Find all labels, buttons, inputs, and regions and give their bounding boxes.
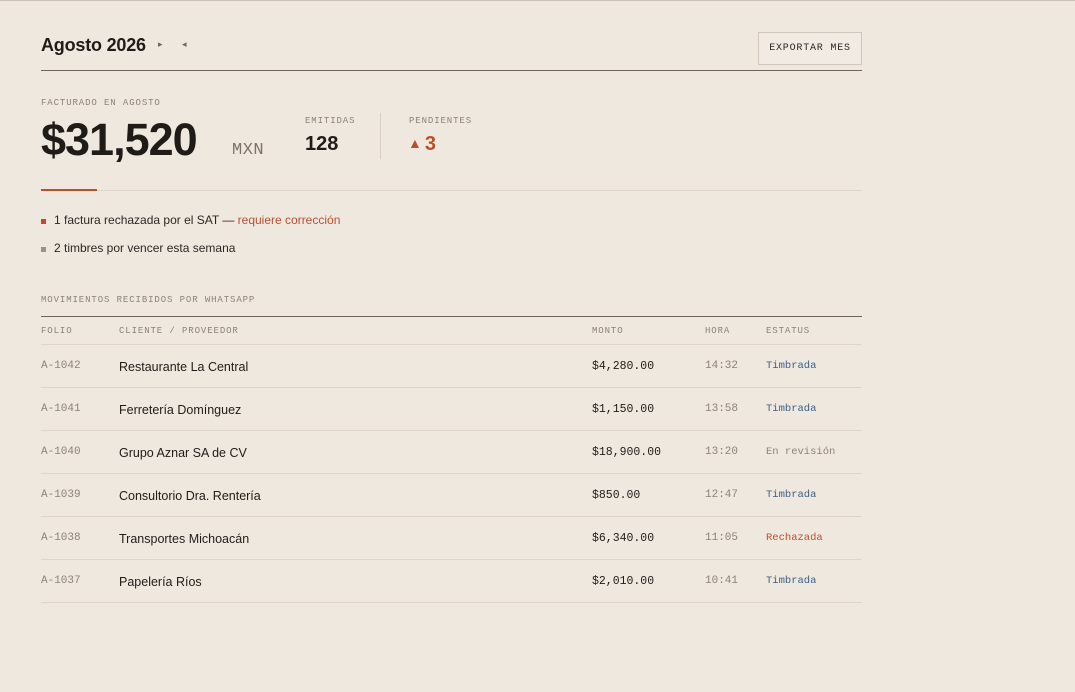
movements-table: FOLIO CLIENTE / PROVEEDOR MONTO HORA EST…: [41, 316, 862, 603]
amount-cell: $2,010.00: [592, 575, 655, 588]
issued-count: 128: [305, 133, 339, 155]
status-badge: Rechazada: [766, 532, 823, 544]
issued-label: EMITIDAS: [305, 116, 356, 126]
amount-cell: $850.00: [592, 489, 641, 502]
client-cell: Papelería Ríos: [119, 575, 202, 589]
currency-label: MXN: [232, 141, 265, 160]
page-header: Agosto 2026 ▸ ◂ EXPORTAR MES: [41, 1, 862, 71]
invoice-dashboard: Agosto 2026 ▸ ◂ EXPORTAR MES FACTURADO E…: [41, 1, 862, 603]
table-row[interactable]: A-1040 Grupo Aznar SA de CV $18,900.00 1…: [41, 431, 862, 474]
billed-label: FACTURADO EN AGOSTO: [41, 98, 161, 108]
time-cell: 12:47: [705, 489, 739, 501]
column-header-time: HORA: [705, 326, 731, 336]
client-cell: Ferretería Domínguez: [119, 403, 242, 417]
folio-cell: A-1041: [41, 403, 81, 415]
alert-item: 1 factura rechazada por el SAT — requier…: [41, 213, 340, 241]
status-badge: Timbrada: [766, 360, 817, 372]
time-cell: 13:20: [705, 446, 739, 458]
amount-cell: $6,340.00: [592, 532, 655, 545]
alert-text: 2 timbres por vencer esta semana: [54, 241, 236, 255]
table-header: FOLIO CLIENTE / PROVEEDOR MONTO HORA EST…: [41, 317, 862, 345]
folio-cell: A-1039: [41, 489, 81, 501]
client-cell: Restaurante La Central: [119, 360, 249, 374]
summary-panel: FACTURADO EN AGOSTO $31,520 MXN EMITIDAS…: [41, 71, 862, 191]
folio-cell: A-1040: [41, 446, 81, 458]
pending-label: PENDIENTES: [409, 116, 473, 126]
accent-underline: [41, 189, 97, 191]
table-row[interactable]: A-1037 Papelería Ríos $2,010.00 10:41 Ti…: [41, 560, 862, 603]
alert-text: 1 factura rechazada por el SAT —: [54, 213, 238, 227]
status-badge: Timbrada: [766, 403, 817, 415]
alert-bullet-icon: [41, 247, 46, 252]
column-header-folio: FOLIO: [41, 326, 73, 336]
export-month-button[interactable]: EXPORTAR MES: [758, 32, 862, 65]
status-badge: Timbrada: [766, 489, 817, 501]
table-row[interactable]: A-1039 Consultorio Dra. Rentería $850.00…: [41, 474, 862, 517]
requires-correction-link[interactable]: requiere corrección: [238, 213, 341, 227]
amount-cell: $18,900.00: [592, 446, 662, 459]
pending-count: 3: [424, 133, 436, 155]
time-cell: 10:41: [705, 575, 739, 587]
summary-divider: [380, 113, 381, 159]
amount-cell: $4,280.00: [592, 360, 655, 373]
folio-cell: A-1042: [41, 360, 81, 372]
status-badge: En revisión: [766, 446, 836, 458]
folio-cell: A-1038: [41, 532, 81, 544]
client-cell: Grupo Aznar SA de CV: [119, 446, 247, 460]
triangle-up-icon: ▲: [408, 135, 422, 151]
billed-amount: $31,520: [41, 114, 198, 165]
folio-cell: A-1037: [41, 575, 81, 587]
amount-cell: $1,150.00: [592, 403, 655, 416]
alert-bullet-icon: [41, 219, 46, 224]
alert-item: 2 timbres por vencer esta semana: [41, 241, 340, 269]
table-row[interactable]: A-1038 Transportes Michoacán $6,340.00 1…: [41, 517, 862, 560]
alerts-list: 1 factura rechazada por el SAT — requier…: [41, 213, 340, 269]
time-cell: 13:58: [705, 403, 739, 415]
next-month-icon[interactable]: ▸: [158, 39, 163, 50]
client-cell: Consultorio Dra. Rentería: [119, 489, 261, 503]
table-row[interactable]: A-1041 Ferretería Domínguez $1,150.00 13…: [41, 388, 862, 431]
client-cell: Transportes Michoacán: [119, 532, 250, 546]
section-title: MOVIMIENTOS RECIBIDOS POR WHATSAPP: [41, 295, 256, 305]
previous-month-icon[interactable]: ◂: [182, 39, 187, 50]
time-cell: 14:32: [705, 360, 739, 372]
table-row[interactable]: A-1042 Restaurante La Central $4,280.00 …: [41, 345, 862, 388]
pending-count-group: ▲ 3: [408, 133, 436, 156]
status-badge: Timbrada: [766, 575, 817, 587]
page-title: Agosto 2026: [41, 35, 146, 55]
time-cell: 11:05: [705, 532, 739, 544]
column-header-status: ESTATUS: [766, 326, 811, 336]
column-header-client: CLIENTE / PROVEEDOR: [119, 326, 239, 336]
column-header-amount: MONTO: [592, 326, 624, 336]
